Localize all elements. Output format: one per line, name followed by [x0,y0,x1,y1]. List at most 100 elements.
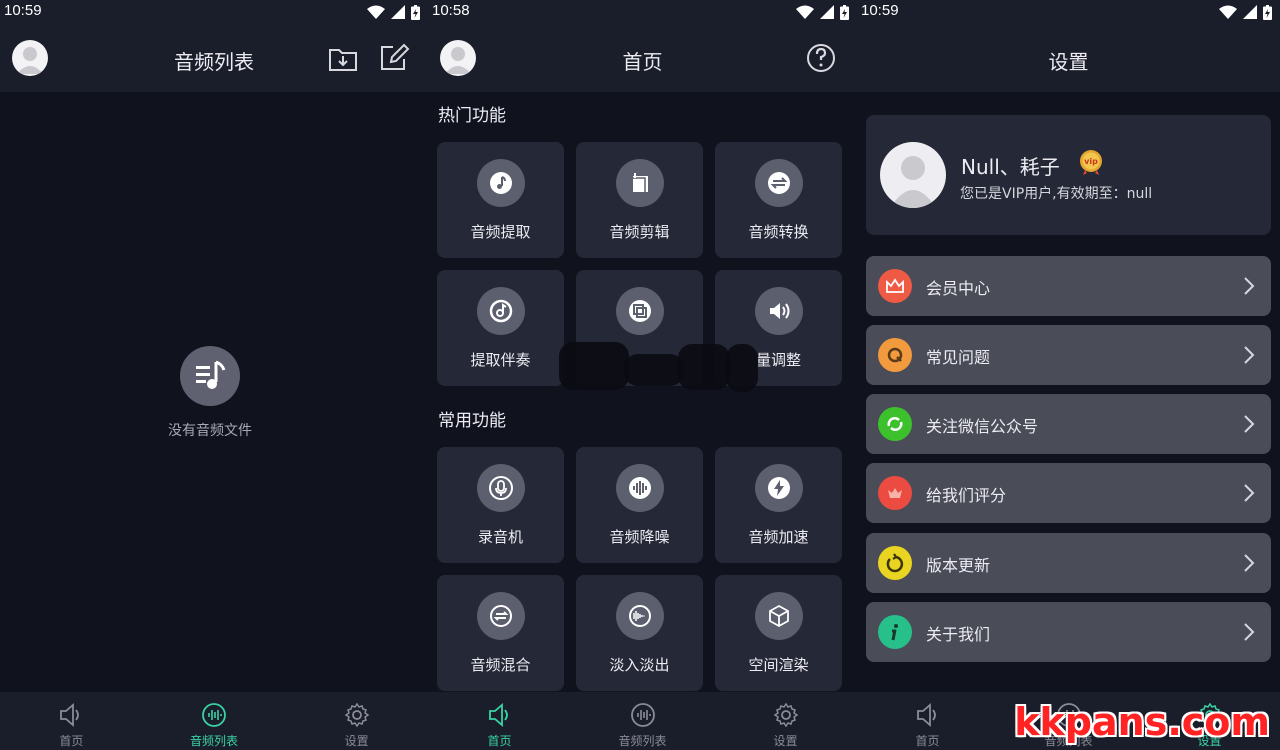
card-noise-reduce[interactable]: 音频降噪 [576,447,703,563]
card-label: 提取伴奏 [470,351,531,369]
top-bar: 设置 [857,24,1280,92]
nav-settings[interactable]: 设置 [285,692,428,750]
battery-icon [411,4,420,20]
wifi-icon [367,5,385,19]
microphone-icon [477,464,525,512]
user-avatar [880,142,946,208]
menu-about-us[interactable]: 关于我们 [866,602,1271,662]
folder-download-icon[interactable] [327,42,359,74]
signal-icon [820,5,834,19]
wechat-icon [878,407,912,441]
battery-icon [840,4,849,20]
status-icons [367,4,420,20]
empty-state-text: 没有音频文件 [168,423,252,439]
signal-icon [391,5,405,19]
nav-settings[interactable]: 设置 [714,692,857,750]
card-audio-convert[interactable]: 音频转换 [715,142,842,258]
menu-label: 会员中心 [926,279,991,298]
nav-audio-list[interactable]: 音频列表 [143,692,286,750]
menu-label: 常见问题 [926,348,991,367]
vip-status-text: 您已是VIP用户,有效期至：null [960,186,1153,202]
screen-home: 10:58 首页 热门功能 音频提取 音频剪辑 音频转换 提取伴奏 量调整 常用… [428,0,857,750]
menu-label: 关于我们 [926,625,991,644]
nav-home[interactable]: 首页 [857,692,998,750]
nav-home-label: 首页 [487,734,512,748]
chevron-right-icon [1244,484,1255,502]
card-fade[interactable]: 淡入淡出 [576,575,703,691]
screen-audio-list: 10:59 音频列表 没有音频文件 首页 音频列表 设置 [0,0,428,750]
edit-icon[interactable] [378,42,410,74]
copy-icon [616,287,664,335]
card-spatial-render[interactable]: 空间渲染 [715,575,842,691]
card-label: 音频转换 [748,223,809,241]
music-list-icon [180,346,240,406]
card-audio-mix[interactable]: 音频混合 [437,575,564,691]
menu-rate-us[interactable]: 给我们评分 [866,463,1271,523]
page-title: 首页 [622,50,663,74]
card-audio-extract[interactable]: 音频提取 [437,142,564,258]
nav-audio-list-label: 音频列表 [618,734,667,748]
card-label: 音频混合 [470,656,531,674]
menu-member-center[interactable]: 会员中心 [866,256,1271,316]
card-extract-accompaniment[interactable]: 提取伴奏 [437,270,564,386]
common-section-title: 常用功能 [438,411,506,431]
menu-label: 关注微信公众号 [926,417,1039,436]
nav-home-label: 首页 [915,734,940,748]
crown-icon [878,269,912,303]
menu-version-update[interactable]: 版本更新 [866,533,1271,593]
gear-icon [344,702,370,728]
card-label: 空间渲染 [748,656,809,674]
card-label: 录音机 [477,528,523,546]
card-recorder[interactable]: 录音机 [437,447,564,563]
card-label: 音频加速 [748,528,809,546]
nav-audio-list-label: 音频列表 [190,734,239,748]
watermark-text: kkpans.com [1014,700,1270,744]
speaker-icon [916,703,936,727]
svg-text:vip: vip [1084,157,1098,166]
lightning-icon [755,464,803,512]
menu-label: 版本更新 [926,556,991,575]
fade-icon [616,592,664,640]
signal-icon [1243,5,1257,19]
status-bar: 10:59 [0,0,428,24]
blur-overlay [678,344,730,390]
help-icon[interactable] [805,42,837,74]
status-bar: 10:58 [428,0,857,24]
menu-label: 给我们评分 [926,486,1007,505]
update-icon [878,546,912,580]
status-time: 10:59 [4,2,42,19]
status-icons [1219,4,1272,20]
status-bar: 10:59 [857,0,1280,24]
menu-wechat-follow[interactable]: 关注微信公众号 [866,394,1271,454]
nav-audio-list[interactable]: 音频列表 [571,692,714,750]
card-audio-cut[interactable]: 音频剪辑 [576,142,703,258]
waveform-icon [616,464,664,512]
status-icons [796,4,849,20]
vip-badge-icon: vip [1080,150,1102,175]
chevron-right-icon [1244,554,1255,572]
wifi-icon [1219,5,1237,19]
page-title: 设置 [1048,50,1089,74]
top-bar: 首页 [428,24,857,92]
nav-home[interactable]: 首页 [428,692,571,750]
page-title: 音频列表 [174,50,254,74]
profile-card[interactable]: Null、耗子 vip 您已是VIP用户,有效期至：null [866,115,1271,235]
menu-faq[interactable]: 常见问题 [866,325,1271,385]
speaker-icon [488,703,508,727]
convert-icon [755,159,803,207]
mix-icon [477,592,525,640]
blur-overlay [726,344,758,392]
battery-icon [1263,4,1272,20]
wifi-icon [796,5,814,19]
nav-home[interactable]: 首页 [0,692,143,750]
bottom-nav: 首页 音频列表 设置 [428,692,857,750]
disc-icon [477,287,525,335]
speaker-icon [60,703,80,727]
rate-icon [878,476,912,510]
crop-icon [616,159,664,207]
chevron-right-icon [1244,623,1255,641]
card-audio-speed[interactable]: 音频加速 [715,447,842,563]
cube-icon [755,592,803,640]
chevron-right-icon [1244,415,1255,433]
waveform-circle-icon [202,703,226,727]
